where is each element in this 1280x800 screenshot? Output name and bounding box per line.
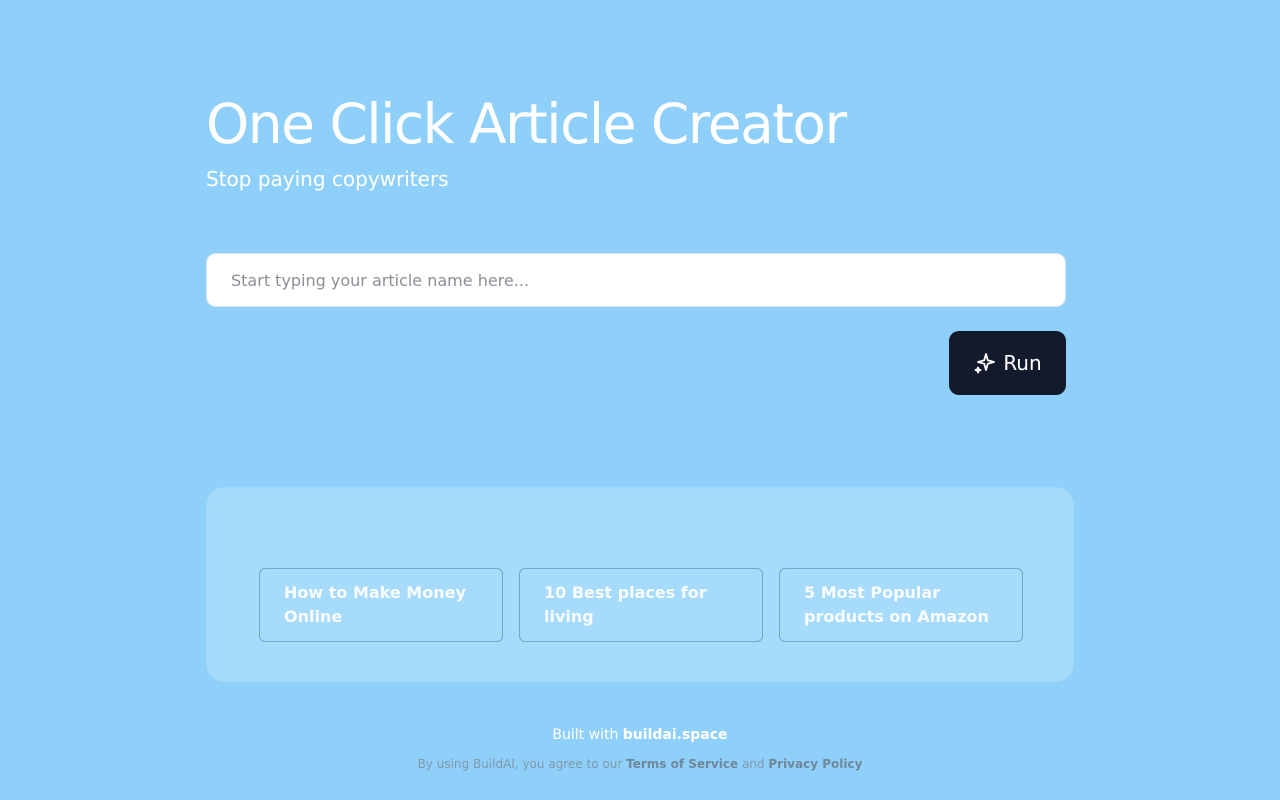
example-card[interactable]: How to Make Money Online <box>259 568 503 642</box>
page-title: One Click Article Creator <box>206 92 847 156</box>
buildai-link[interactable]: buildai.space <box>623 727 728 743</box>
legal-footer: By using BuildAI, you agree to our Terms… <box>206 755 1074 773</box>
run-button[interactable]: Run <box>949 331 1066 395</box>
sparkles-icon <box>973 351 997 375</box>
built-with-text: Built with <box>552 727 619 743</box>
page-subtitle: Stop paying copywriters <box>206 167 449 191</box>
example-card[interactable]: 10 Best places for living <box>519 568 763 642</box>
article-name-input[interactable] <box>206 253 1066 307</box>
legal-text: By using BuildAI, you agree to our <box>417 757 623 771</box>
built-with-footer: Built with buildai.space <box>206 725 1074 745</box>
terms-link[interactable]: Terms of Service <box>626 757 738 771</box>
page-container: One Click Article Creator Stop paying co… <box>206 0 1074 800</box>
run-button-label: Run <box>1003 351 1042 375</box>
examples-panel: How to Make Money Online 10 Best places … <box>206 487 1074 682</box>
example-card[interactable]: 5 Most Popular products on Amazon <box>779 568 1023 642</box>
legal-and-text: and <box>741 757 765 771</box>
privacy-link[interactable]: Privacy Policy <box>768 757 862 771</box>
